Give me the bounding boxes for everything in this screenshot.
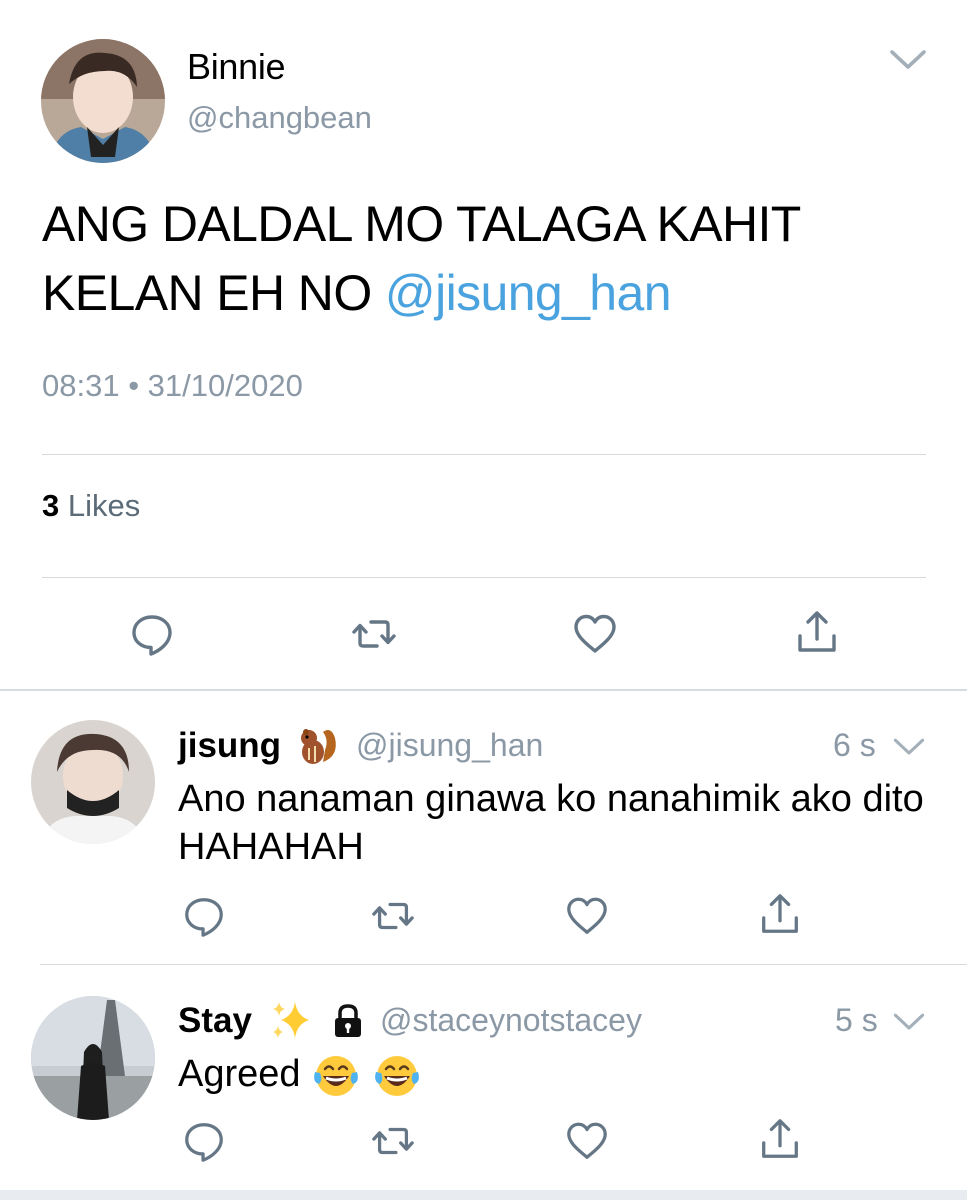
chipmunk-emoji xyxy=(301,729,336,764)
avatar[interactable] xyxy=(41,39,165,163)
tweet-text: ANG DALDAL MO TALAGA KAHIT KELAN EH NO @… xyxy=(42,190,922,328)
chevron-down-icon[interactable] xyxy=(892,736,926,758)
share-icon[interactable] xyxy=(757,1116,803,1162)
share-icon[interactable] xyxy=(793,608,841,656)
like-icon[interactable] xyxy=(564,893,610,939)
section-separator xyxy=(0,689,967,691)
likes-label: Likes xyxy=(59,488,141,523)
author-name[interactable]: Stay xyxy=(178,1001,252,1041)
reply-icon[interactable] xyxy=(181,893,227,939)
tweet-timestamp[interactable]: 08:31 • 31/10/2020 xyxy=(42,368,303,404)
likes-number: 3 xyxy=(42,488,60,523)
chevron-down-icon[interactable] xyxy=(888,48,928,72)
tears-of-joy-emoji xyxy=(314,1055,358,1096)
author-handle[interactable]: @jisung_han xyxy=(356,727,543,764)
reply-timestamp: 6 s xyxy=(833,727,876,763)
lock-icon xyxy=(335,1004,361,1037)
author-name[interactable]: jisung xyxy=(178,726,281,766)
author-handle[interactable]: @staceynotstacey xyxy=(380,1002,642,1039)
avatar-photo xyxy=(31,720,155,844)
author-handle[interactable]: @changbean xyxy=(187,100,372,136)
likes-count[interactable]: 3 Likes xyxy=(42,488,140,524)
retweet-icon[interactable] xyxy=(370,893,416,939)
mention-link[interactable]: @jisung_han xyxy=(385,265,672,321)
reply-text-body: Agreed xyxy=(178,1053,312,1095)
like-icon[interactable] xyxy=(571,610,619,658)
avatar[interactable] xyxy=(31,996,155,1120)
divider xyxy=(42,454,926,455)
divider xyxy=(42,577,926,578)
chevron-down-icon[interactable] xyxy=(892,1011,926,1033)
avatar-photo xyxy=(41,39,165,163)
reply-text: Ano nanaman ginawa ko nanahimik ako dito… xyxy=(178,778,924,868)
share-icon[interactable] xyxy=(757,891,803,937)
tweet-thread: Binnie @changbean ANG DALDAL MO TALAGA K… xyxy=(0,0,967,1200)
main-tweet: Binnie @changbean ANG DALDAL MO TALAGA K… xyxy=(0,0,967,690)
reply-icon[interactable] xyxy=(128,610,176,658)
like-icon[interactable] xyxy=(564,1118,610,1164)
sparkles-emoji xyxy=(273,1002,309,1038)
reply-icon[interactable] xyxy=(181,1118,227,1164)
reply-timestamp: 5 s xyxy=(835,1002,878,1038)
tears-of-joy-emoji xyxy=(374,1055,419,1096)
reply-text: Agreed xyxy=(178,1050,938,1100)
retweet-icon[interactable] xyxy=(370,1118,416,1164)
emoji-gap xyxy=(361,1053,372,1095)
author-name[interactable]: Binnie xyxy=(187,46,286,88)
avatar-photo xyxy=(31,996,155,1120)
avatar[interactable] xyxy=(31,720,155,844)
divider xyxy=(40,964,967,965)
retweet-icon[interactable] xyxy=(350,610,398,658)
bottom-edge xyxy=(0,1190,967,1200)
